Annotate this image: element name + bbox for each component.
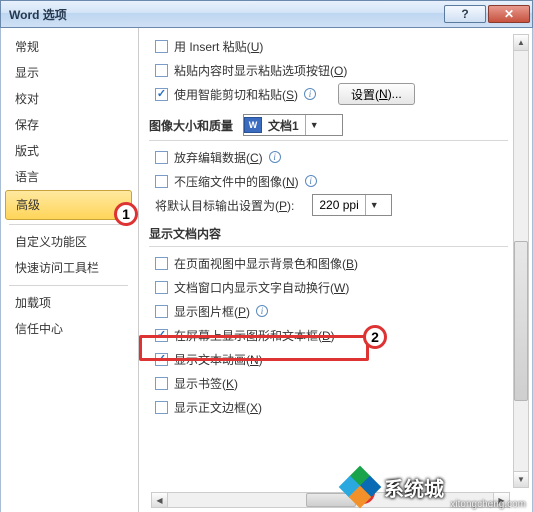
- checkbox-show-drawings[interactable]: [155, 329, 168, 342]
- label-wrap-text: 文档窗口内显示文字自动换行(W): [174, 279, 349, 296]
- callout-1: 1: [114, 202, 138, 226]
- label-bg-in-page-view: 在页面视图中显示背景色和图像(B): [174, 255, 358, 272]
- info-icon[interactable]: i: [256, 305, 268, 317]
- checkbox-picture-placeholder[interactable]: [155, 305, 168, 318]
- sidebar-item-quick-access[interactable]: 快速访问工具栏: [5, 255, 132, 281]
- word-doc-icon: W: [244, 117, 262, 133]
- sidebar: 常规 显示 校对 保存 版式 语言 高级 自定义功能区 快速访问工具栏 加载项 …: [1, 28, 139, 512]
- scroll-up-button[interactable]: ▲: [514, 35, 528, 51]
- sidebar-item-display[interactable]: 显示: [5, 60, 132, 86]
- sidebar-item-advanced[interactable]: 高级: [5, 190, 132, 220]
- checkbox-wrap-text[interactable]: [155, 281, 168, 294]
- checkbox-discard-edit-data[interactable]: [155, 151, 168, 164]
- close-button[interactable]: ✕: [488, 5, 530, 23]
- scroll-left-button[interactable]: ◀: [152, 493, 168, 507]
- label-show-text-animation: 显示文本动画(N): [174, 351, 263, 368]
- checkbox-show-bookmarks[interactable]: [155, 377, 168, 390]
- checkbox-show-text-boundaries[interactable]: [155, 401, 168, 414]
- checkbox-show-paste-options[interactable]: [155, 64, 168, 77]
- label-picture-placeholder: 显示图片框(P): [174, 303, 250, 320]
- label-use-insert-paste: 用 Insert 粘贴(U): [174, 38, 263, 55]
- chevron-down-icon: ▼: [365, 195, 383, 215]
- callout-2: 2: [363, 325, 387, 349]
- label-show-paste-options: 粘贴内容时显示粘贴选项按钮(O): [174, 62, 347, 79]
- ppi-select[interactable]: 220 ppi ▼: [312, 194, 392, 216]
- label-default-target-output: 将默认目标输出设置为(P):: [155, 197, 294, 214]
- sidebar-item-layout[interactable]: 版式: [5, 138, 132, 164]
- help-button[interactable]: ?: [444, 5, 486, 23]
- sidebar-item-customize-ribbon[interactable]: 自定义功能区: [5, 229, 132, 255]
- title-bar: Word 选项 ? ✕: [0, 0, 533, 28]
- checkbox-use-insert-paste[interactable]: [155, 40, 168, 53]
- section-heading-image: 图像大小和质量: [149, 117, 233, 134]
- main-panel: 用 Insert 粘贴(U) 粘贴内容时显示粘贴选项按钮(O) 使用智能剪切和粘…: [139, 28, 532, 512]
- scroll-thumb[interactable]: [514, 241, 528, 401]
- sidebar-item-language[interactable]: 语言: [5, 164, 132, 190]
- sidebar-item-general[interactable]: 常规: [5, 34, 132, 60]
- checkbox-smart-cut-paste[interactable]: [155, 88, 168, 101]
- callout-3: 3: [351, 480, 375, 504]
- scroll-right-button[interactable]: ▶: [493, 493, 509, 507]
- checkbox-no-compress[interactable]: [155, 175, 168, 188]
- info-icon[interactable]: i: [269, 151, 281, 163]
- info-icon[interactable]: i: [304, 88, 316, 100]
- scroll-down-button[interactable]: ▼: [514, 471, 528, 487]
- horizontal-scrollbar[interactable]: ◀ ▶: [151, 492, 510, 508]
- settings-button[interactable]: 设置(N)...: [338, 83, 415, 105]
- checkbox-bg-in-page-view[interactable]: [155, 257, 168, 270]
- chevron-down-icon: ▼: [305, 115, 323, 135]
- label-discard-edit-data: 放弃编辑数据(C): [174, 149, 263, 166]
- checkbox-show-text-animation[interactable]: [155, 353, 168, 366]
- sidebar-item-proofing[interactable]: 校对: [5, 86, 132, 112]
- label-show-drawings: 在屏幕上显示图形和文本框(D): [174, 327, 335, 344]
- label-smart-cut-paste: 使用智能剪切和粘贴(S): [174, 86, 298, 103]
- sidebar-item-save[interactable]: 保存: [5, 112, 132, 138]
- section-heading-display: 显示文档内容: [149, 217, 508, 247]
- label-no-compress: 不压缩文件中的图像(N): [174, 173, 299, 190]
- vertical-scrollbar[interactable]: ▲ ▼: [513, 34, 529, 488]
- label-show-text-boundaries: 显示正文边框(X): [174, 399, 262, 416]
- sidebar-item-addins[interactable]: 加载项: [5, 290, 132, 316]
- sidebar-item-trust-center[interactable]: 信任中心: [5, 316, 132, 342]
- hscroll-thumb[interactable]: [306, 493, 356, 507]
- doc-select[interactable]: W 文档1 ▼: [243, 114, 343, 136]
- label-show-bookmarks: 显示书签(K): [174, 375, 238, 392]
- window-title: Word 选项: [9, 6, 67, 23]
- info-icon[interactable]: i: [305, 175, 317, 187]
